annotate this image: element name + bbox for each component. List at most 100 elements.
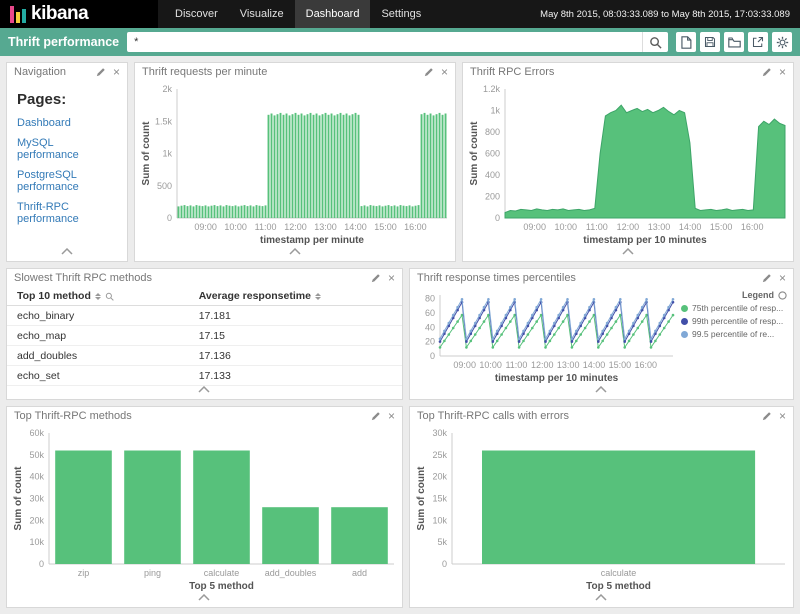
- edit-panel-icon[interactable]: [371, 411, 381, 421]
- svg-text:0: 0: [39, 559, 44, 569]
- panel-title: Thrift RPC Errors: [470, 66, 554, 78]
- remove-panel-icon[interactable]: ×: [388, 410, 395, 422]
- svg-text:13:00: 13:00: [314, 222, 337, 232]
- save-dashboard-icon: [704, 36, 716, 48]
- search-button[interactable]: [642, 32, 668, 52]
- svg-text:Sum of count: Sum of count: [416, 466, 427, 531]
- collapse-panel-button[interactable]: [7, 594, 402, 607]
- collapse-panel-button[interactable]: [7, 386, 402, 399]
- new-dashboard-icon: [680, 36, 692, 49]
- remove-panel-icon[interactable]: ×: [441, 66, 448, 78]
- sort-icon[interactable]: [315, 293, 321, 300]
- table-row[interactable]: add_doubles 17.136: [7, 346, 402, 366]
- svg-text:09:00: 09:00: [453, 360, 476, 370]
- nav-link-dashboard[interactable]: Dashboard: [17, 117, 117, 129]
- svg-text:0: 0: [495, 213, 500, 223]
- svg-text:60k: 60k: [29, 428, 44, 438]
- collapse-chevron-icon: [621, 248, 635, 255]
- edit-panel-icon[interactable]: [424, 67, 434, 77]
- main-nav: Discover Visualize Dashboard Settings: [164, 0, 432, 28]
- time-range-picker[interactable]: May 8th 2015, 08:03:33.089 to May 8th 20…: [540, 0, 800, 28]
- edit-panel-icon[interactable]: [762, 411, 772, 421]
- panel-header: Top Thrift-RPC methods ×: [7, 407, 402, 425]
- column-search-icon[interactable]: [105, 292, 114, 301]
- remove-panel-icon[interactable]: ×: [779, 66, 786, 78]
- collapse-panel-button[interactable]: [7, 248, 127, 261]
- remove-panel-icon[interactable]: ×: [779, 410, 786, 422]
- svg-text:500: 500: [157, 181, 172, 191]
- svg-text:1.2k: 1.2k: [483, 84, 501, 94]
- nav-link-mysql-performance[interactable]: MySQL performance: [17, 137, 117, 161]
- legend-item[interactable]: 99th percentile of resp...: [681, 316, 787, 326]
- nav-tab-discover[interactable]: Discover: [164, 0, 229, 28]
- dashboard-grid: Navigation × Pages: Dashboard MySQL perf…: [0, 56, 800, 614]
- svg-text:80: 80: [425, 294, 435, 304]
- collapse-panel-button[interactable]: [463, 248, 793, 261]
- svg-text:12:00: 12:00: [531, 360, 554, 370]
- save-dashboard-button[interactable]: [700, 32, 720, 52]
- settings-gear-button[interactable]: [772, 32, 792, 52]
- kibana-logo-text: kibana: [31, 3, 88, 25]
- open-dashboard-button[interactable]: [724, 32, 744, 52]
- svg-text:10k: 10k: [432, 515, 447, 525]
- nav-tab-dashboard[interactable]: Dashboard: [295, 0, 371, 28]
- query-input[interactable]: [127, 32, 642, 52]
- table-row[interactable]: echo_binary 17.181: [7, 306, 402, 326]
- svg-text:12:00: 12:00: [617, 222, 640, 232]
- search-wrap: [127, 32, 668, 52]
- collapse-chevron-icon: [594, 386, 608, 393]
- search-icon: [649, 36, 662, 49]
- legend-item[interactable]: 99.5 percentile of re...: [681, 329, 787, 339]
- svg-text:Sum of count: Sum of count: [141, 121, 152, 186]
- chart-body: 02004006008001k1.2kSum of counttimestamp…: [463, 81, 793, 248]
- svg-text:400: 400: [485, 170, 500, 180]
- kibana-logo[interactable]: kibana: [0, 0, 158, 28]
- svg-text:timestamp per 10 minutes: timestamp per 10 minutes: [495, 373, 619, 384]
- column-header-method[interactable]: Top 10 method: [7, 287, 189, 306]
- dashboard-row-2: Slowest Thrift RPC methods × Top 10 meth…: [6, 268, 794, 400]
- column-header-responsetime[interactable]: Average responsetime: [189, 287, 402, 306]
- svg-text:200: 200: [485, 192, 500, 202]
- panel-navigation: Navigation × Pages: Dashboard MySQL perf…: [6, 62, 128, 262]
- nav-tab-visualize[interactable]: Visualize: [229, 0, 295, 28]
- collapse-panel-button[interactable]: [135, 248, 455, 261]
- collapse-panel-button[interactable]: [410, 594, 793, 607]
- collapse-panel-button[interactable]: [410, 386, 793, 399]
- panel-header: Thrift response times percentiles ×: [410, 269, 793, 287]
- chart-body: 05001k1.5k2kSum of counttimestamp per mi…: [135, 81, 455, 248]
- nav-tab-settings[interactable]: Settings: [370, 0, 432, 28]
- svg-text:25k: 25k: [432, 450, 447, 460]
- share-dashboard-button[interactable]: [748, 32, 768, 52]
- edit-panel-icon[interactable]: [371, 273, 381, 283]
- legend-title: Legend: [742, 290, 774, 300]
- svg-text:10:00: 10:00: [479, 360, 502, 370]
- legend-item[interactable]: 75th percentile of resp...: [681, 303, 787, 313]
- table-row[interactable]: echo_map 17.15: [7, 326, 402, 346]
- nav-link-thrift-rpc-performance[interactable]: Thrift-RPC performance: [17, 201, 117, 225]
- chart-legend: Legend 75th percentile of resp... 99th p…: [681, 287, 793, 386]
- chart-body: 05k10k15k20k25k30kSum of countTop 5 meth…: [410, 425, 793, 594]
- nav-link-postgresql-performance[interactable]: PostgreSQL performance: [17, 169, 117, 193]
- svg-text:Sum of count: Sum of count: [13, 466, 24, 531]
- svg-text:timestamp per minute: timestamp per minute: [260, 235, 364, 246]
- remove-panel-icon[interactable]: ×: [388, 272, 395, 284]
- svg-text:12:00: 12:00: [284, 222, 307, 232]
- edit-panel-icon[interactable]: [762, 67, 772, 77]
- sort-icon[interactable]: [95, 293, 101, 300]
- svg-text:timestamp per 10 minutes: timestamp per 10 minutes: [583, 235, 707, 246]
- edit-panel-icon[interactable]: [762, 273, 772, 283]
- table-row[interactable]: echo_set 17.133: [7, 366, 402, 386]
- legend-swatch: [681, 331, 688, 338]
- legend-header[interactable]: Legend: [681, 290, 787, 300]
- svg-text:16:00: 16:00: [635, 360, 658, 370]
- remove-panel-icon[interactable]: ×: [113, 66, 120, 78]
- logo-bar-teal: [22, 9, 26, 23]
- new-dashboard-button[interactable]: [676, 32, 696, 52]
- svg-text:1.5k: 1.5k: [155, 116, 173, 126]
- panel-top-thrift-rpc-methods: Top Thrift-RPC methods × 010k20k30k40k50…: [6, 406, 403, 608]
- edit-panel-icon[interactable]: [96, 67, 106, 77]
- collapse-chevron-icon: [594, 594, 608, 601]
- svg-text:60: 60: [425, 308, 435, 318]
- collapse-chevron-icon: [60, 248, 74, 255]
- remove-panel-icon[interactable]: ×: [779, 272, 786, 284]
